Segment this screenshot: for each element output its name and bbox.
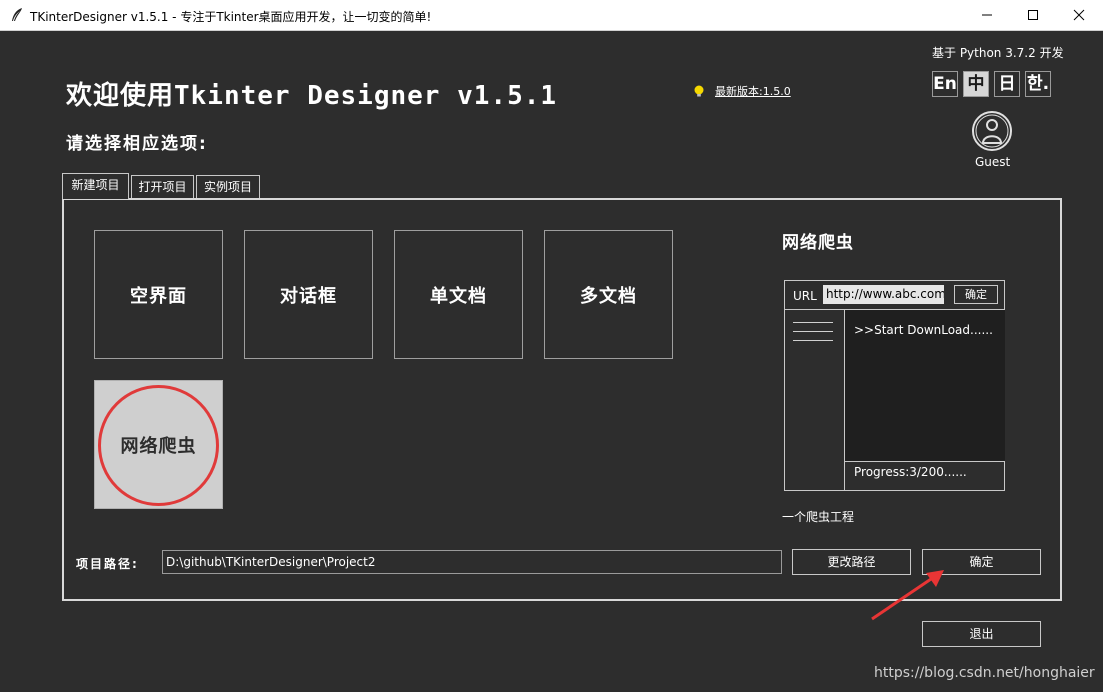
- preview-description: 一个爬虫工程: [782, 510, 855, 524]
- window-titlebar[interactable]: TKinterDesigner v1.5.1 - 专注于Tkinter桌面应用开…: [0, 0, 1103, 31]
- preview-log-text: >>Start DownLoad......: [854, 323, 993, 337]
- user-avatar-icon[interactable]: [971, 110, 1013, 154]
- preview-title: 网络爬虫: [782, 233, 854, 253]
- preview-log-area: >>Start DownLoad......: [845, 309, 1005, 461]
- template-label: 网络爬虫: [120, 435, 197, 457]
- new-project-panel: 空界面 对话框 单文档 多文档 网络爬虫 网络爬虫 URL http://www…: [62, 198, 1062, 601]
- red-arrow-annotation: [871, 570, 944, 621]
- minimize-button[interactable]: [964, 0, 1010, 31]
- window-title: TKinterDesigner v1.5.1 - 专注于Tkinter桌面应用开…: [30, 10, 432, 24]
- tab-new-project[interactable]: 新建项目: [62, 173, 129, 199]
- template-multi-document[interactable]: 多文档: [544, 230, 673, 359]
- language-button-ja[interactable]: 日: [994, 71, 1020, 97]
- choose-option-label: 请选择相应选项:: [66, 134, 208, 154]
- project-path-input[interactable]: D:\github\TKinterDesigner\Project2: [162, 550, 782, 574]
- language-button-en[interactable]: En: [932, 71, 958, 97]
- preview-sidebar: [785, 309, 845, 491]
- preview-progress-bar: Progress:3/200......: [845, 461, 1005, 491]
- template-single-document[interactable]: 单文档: [394, 230, 523, 359]
- preview-progress-text: Progress:3/200......: [854, 465, 967, 479]
- tab-open-project[interactable]: 打开项目: [131, 175, 194, 199]
- preview-url-confirm: 确定: [954, 285, 998, 304]
- welcome-headline: 欢迎使用Tkinter Designer v1.5.1: [66, 81, 558, 111]
- language-button-zh[interactable]: 中: [963, 71, 989, 97]
- crawler-preview-mockup: URL http://www.abc.com 确定 >>Start DownLo…: [784, 280, 1005, 491]
- lightbulb-icon: [694, 85, 704, 97]
- template-blank[interactable]: 空界面: [94, 230, 223, 359]
- template-label: 单文档: [430, 285, 487, 307]
- template-label: 对话框: [280, 285, 337, 307]
- menu-line: [793, 331, 833, 332]
- exit-button[interactable]: 退出: [922, 621, 1041, 647]
- preview-url-label: URL: [793, 289, 817, 303]
- username-label: Guest: [975, 155, 1011, 169]
- maximize-button[interactable]: [1010, 0, 1056, 31]
- feather-icon: [12, 8, 22, 21]
- main-window: 基于 Python 3.7.2 开发 欢迎使用Tkinter Designer …: [0, 31, 1103, 692]
- tab-example-project[interactable]: 实例项目: [196, 175, 260, 199]
- template-web-crawler[interactable]: 网络爬虫: [94, 380, 223, 509]
- python-version-info: 基于 Python 3.7.2 开发: [932, 46, 1064, 60]
- template-label: 空界面: [130, 285, 187, 307]
- menu-line: [793, 340, 833, 341]
- latest-version-link[interactable]: 最新版本:1.5.0: [715, 83, 791, 99]
- language-button-ko[interactable]: 한.: [1025, 71, 1051, 97]
- menu-line: [793, 322, 833, 323]
- template-label: 多文档: [580, 285, 637, 307]
- minimize-icon: [982, 14, 992, 16]
- maximize-icon: [1028, 10, 1038, 20]
- preview-url-field: http://www.abc.com: [823, 285, 944, 304]
- close-icon: [1073, 9, 1085, 21]
- project-path-label: 项目路径:: [76, 557, 139, 571]
- close-button[interactable]: [1056, 0, 1102, 31]
- template-dialog[interactable]: 对话框: [244, 230, 373, 359]
- watermark-text: https://blog.csdn.net/honghaier: [874, 665, 1095, 681]
